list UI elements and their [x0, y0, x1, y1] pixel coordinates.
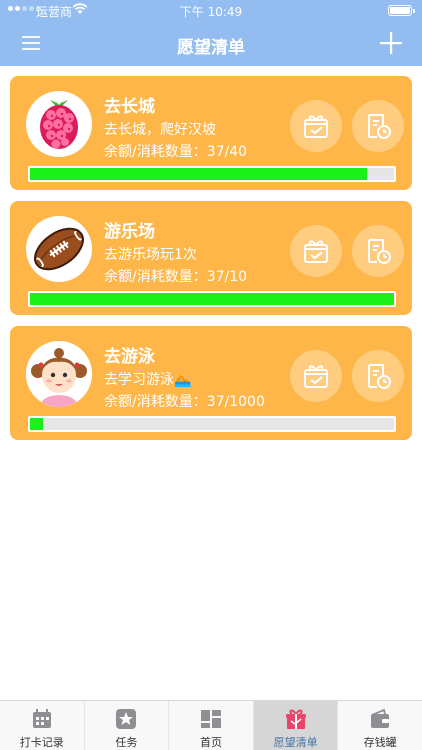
wish-balance: 余额/消耗数量：37/1000 — [104, 394, 265, 410]
tab-label: 任务 — [115, 736, 138, 749]
wish-description: 去长城，爬好汉坡 — [104, 122, 216, 138]
wish-name: 去长城 — [104, 97, 155, 117]
wish-card[interactable]: 去长城 去长城，爬好汉坡 余额/消耗数量：37/40 — [10, 76, 412, 190]
history-button[interactable] — [352, 225, 404, 277]
tab-label: 首页 — [199, 736, 222, 749]
tab-label: 愿望清单 — [273, 736, 318, 749]
tab-label: 存钱罐 — [363, 736, 397, 749]
progress-bar — [28, 291, 396, 307]
wallet-icon — [371, 708, 390, 728]
tab-piggy-bank[interactable]: 存钱罐 — [338, 701, 422, 750]
raspberry-icon — [26, 91, 92, 157]
star-icon — [116, 709, 137, 729]
redeem-button[interactable] — [290, 350, 342, 402]
football-icon — [26, 216, 92, 282]
history-button[interactable] — [352, 100, 404, 152]
tab-wishlist[interactable]: 愿望清单 — [253, 701, 339, 750]
progress-fill — [30, 418, 44, 430]
progress-fill — [30, 293, 394, 305]
navigation-bar: 愿望清单 — [0, 22, 422, 66]
wish-description: 去学习游泳🏊 — [104, 372, 192, 388]
redeem-button[interactable] — [290, 225, 342, 277]
progress-bar — [28, 166, 396, 182]
calendar-icon — [32, 709, 51, 728]
plus-icon — [380, 32, 402, 54]
tab-label: 打卡记录 — [19, 736, 64, 749]
document-clock-icon — [368, 364, 391, 389]
gift-check-icon — [304, 365, 328, 388]
wish-card[interactable]: 去游泳 去学习游泳🏊 余额/消耗数量：37/1000 — [10, 326, 412, 440]
battery-icon — [388, 5, 415, 16]
gift-check-icon — [304, 115, 328, 138]
redeem-button[interactable] — [290, 100, 342, 152]
gift-check-icon — [304, 240, 328, 263]
page-title: 愿望清单 — [177, 38, 245, 58]
wish-name: 去游泳 — [104, 347, 155, 367]
girl-icon — [26, 341, 92, 407]
gift-icon — [285, 709, 306, 729]
status-bar: 运营商 下午 10:49 — [0, 0, 422, 22]
wish-balance: 余额/消耗数量：37/40 — [104, 144, 248, 160]
wish-description: 去游乐场玩1次 — [104, 247, 197, 263]
tab-checkin-records[interactable]: 打卡记录 — [0, 701, 85, 750]
history-button[interactable] — [352, 350, 404, 402]
add-wish-button[interactable] — [378, 30, 404, 56]
wish-name: 游乐场 — [104, 222, 155, 242]
tab-tasks[interactable]: 任务 — [85, 701, 170, 750]
tab-home[interactable]: 首页 — [169, 701, 254, 750]
clock: 下午 10:49 — [179, 5, 243, 19]
document-clock-icon — [368, 239, 391, 264]
progress-fill — [30, 168, 367, 180]
progress-bar — [28, 416, 396, 432]
dashboard-icon — [200, 710, 221, 728]
wish-card[interactable]: 游乐场 去游乐场玩1次 余额/消耗数量：37/10 — [10, 201, 412, 315]
tab-bar: 打卡记录 任务 首页 愿望清单 存钱罐 — [0, 700, 422, 750]
wish-balance: 余额/消耗数量：37/10 — [104, 269, 248, 285]
document-clock-icon — [368, 114, 391, 139]
